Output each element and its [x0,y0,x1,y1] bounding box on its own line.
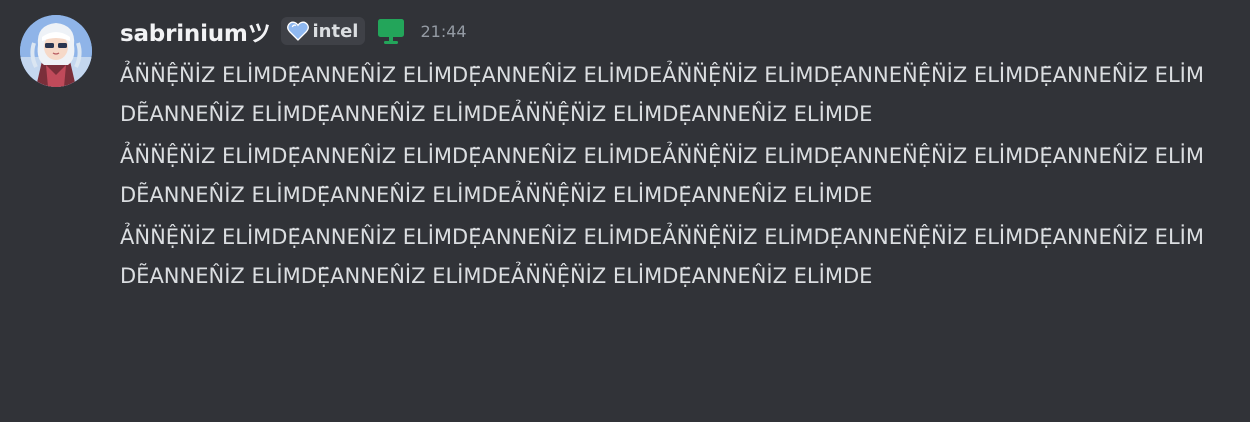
avatar-image [20,15,92,87]
message-content: ẢN̈N̈ỆN̈İZ ELİMDẸ̈ANNEN̂İZ ELİMDẸ̈ANNEN̂… [120,56,1220,299]
chat-message: sabriniumツ intel 21:44 ẢN̈N̈ỆN̈İZ ELİMDẸ… [0,0,1250,422]
message-paragraph: ẢN̈N̈ỆN̈İZ ELİMDẸ̈ANNEN̂İZ ELİMDẸ̈ANNEN̂… [120,225,1204,288]
message-header: sabriniumツ intel 21:44 [120,14,467,48]
desktop-icon[interactable] [376,17,406,45]
guild-tag[interactable]: intel [280,17,366,45]
avatar[interactable] [20,15,92,87]
message-timestamp[interactable]: 21:44 [420,22,466,41]
username[interactable]: sabriniumツ [120,14,271,48]
guild-tag-label: intel [312,20,359,42]
message-paragraph: ẢN̈N̈ỆN̈İZ ELİMDẸ̈ANNEN̂İZ ELİMDẸ̈ANNEN̂… [120,63,1204,126]
heart-icon [286,21,309,41]
message-paragraph: ẢN̈N̈ỆN̈İZ ELİMDẸ̈ANNEN̂İZ ELİMDẸ̈ANNEN̂… [120,144,1204,207]
